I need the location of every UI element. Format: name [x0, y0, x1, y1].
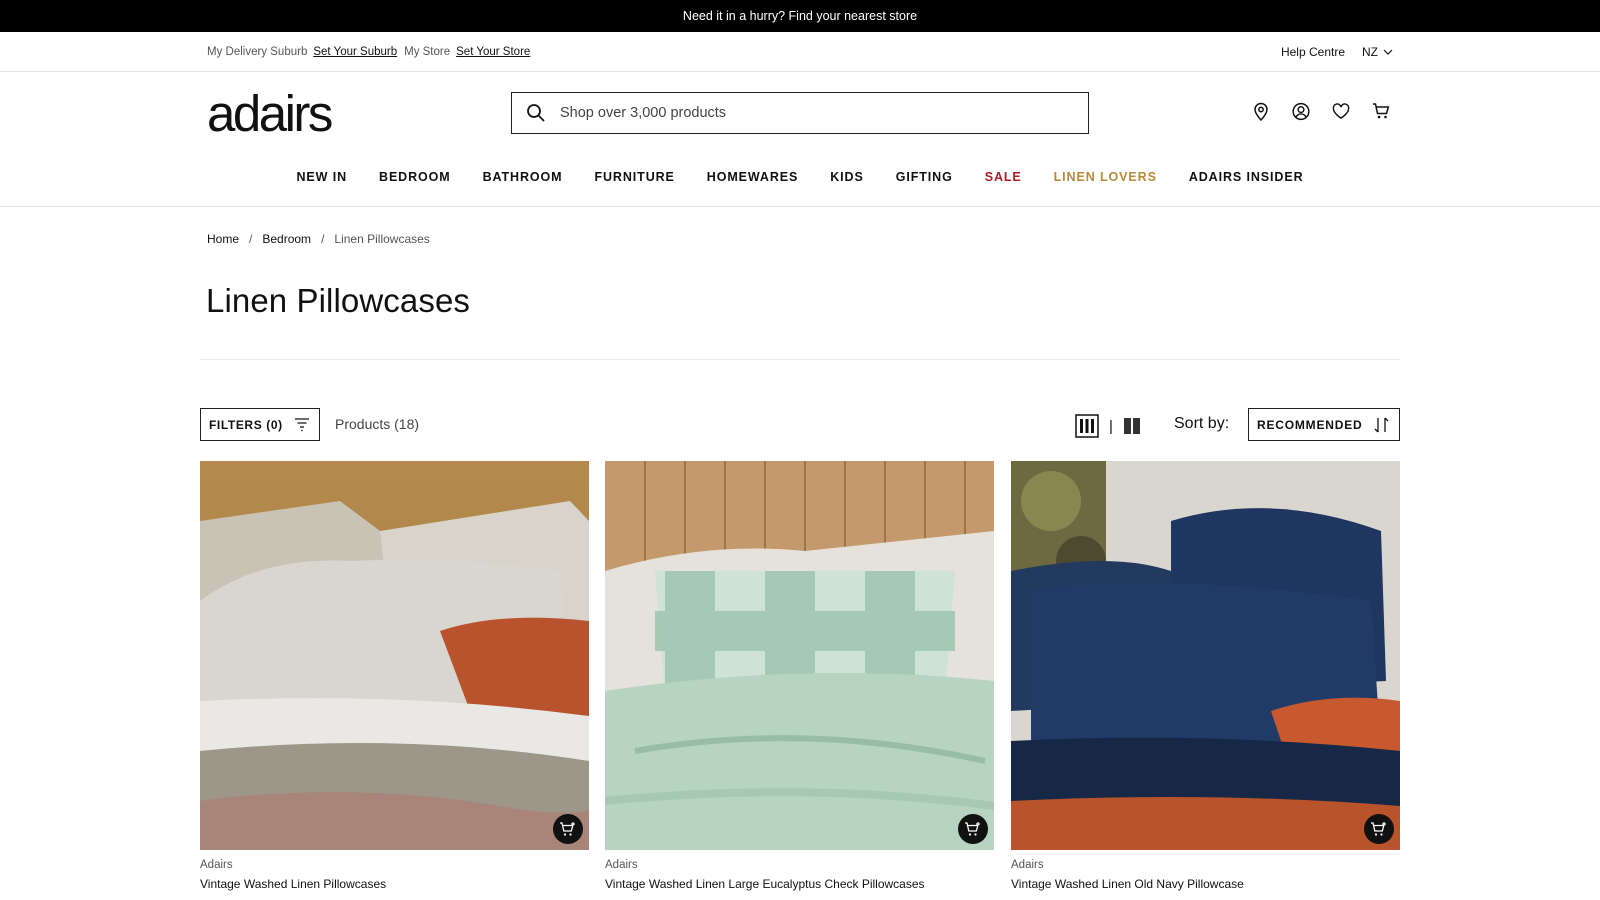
store-locator-icon[interactable] [1252, 101, 1270, 121]
country-selector[interactable]: NZ [1362, 45, 1393, 59]
nav-bathroom[interactable]: BATHROOM [467, 163, 579, 185]
product-card[interactable]: Adairs Vintage Washed Linen Pillowcases [200, 461, 589, 891]
add-to-cart-button[interactable] [553, 814, 583, 844]
adairs-logo[interactable]: adairs [207, 84, 333, 144]
set-suburb-link[interactable]: Set Your Suburb [313, 46, 397, 58]
product-brand: Adairs [605, 859, 638, 871]
nav-new-in[interactable]: NEW IN [280, 163, 363, 185]
nav-kids[interactable]: KIDS [814, 163, 879, 185]
add-to-cart-icon [1371, 822, 1386, 836]
search-icon[interactable] [526, 102, 548, 124]
utility-bar: My Delivery Suburb Set Your Suburb My St… [0, 32, 1600, 72]
nav-linen-lovers[interactable]: LINEN LOVERS [1038, 163, 1173, 185]
divider [200, 359, 1400, 360]
help-centre-link[interactable]: Help Centre [1281, 45, 1345, 59]
nav-adairs-insider[interactable]: ADAIRS INSIDER [1173, 163, 1320, 185]
breadcrumb-current: Linen Pillowcases [334, 232, 430, 246]
nav-bedroom[interactable]: BEDROOM [363, 163, 467, 185]
product-brand: Adairs [1011, 859, 1044, 871]
product-image[interactable] [200, 461, 589, 850]
store-label: My Store [404, 46, 451, 58]
add-to-cart-button[interactable] [1364, 814, 1394, 844]
account-icon[interactable] [1292, 101, 1310, 121]
nav-sale[interactable]: SALE [969, 163, 1038, 185]
product-card[interactable]: Adairs Vintage Washed Linen Old Navy Pil… [1011, 461, 1400, 891]
product-name[interactable]: Vintage Washed Linen Large Eucalyptus Ch… [605, 877, 994, 891]
announcement-bar[interactable]: Need it in a hurry? Find your nearest st… [0, 0, 1600, 32]
cart-icon[interactable] [1372, 101, 1390, 121]
filter-lines-icon [295, 418, 309, 432]
search-bar[interactable] [511, 92, 1089, 134]
view-separator: | [1109, 417, 1113, 435]
sort-arrows-icon [1374, 417, 1389, 433]
breadcrumb-separator: / [321, 232, 325, 246]
nav-homewares[interactable]: HOMEWARES [691, 163, 814, 185]
product-count: Products (18) [335, 416, 420, 432]
wishlist-heart-icon[interactable] [1332, 101, 1350, 121]
product-image[interactable] [1011, 461, 1400, 850]
product-brand: Adairs [200, 859, 233, 871]
search-input[interactable] [560, 105, 1060, 121]
breadcrumb-bedroom[interactable]: Bedroom [262, 232, 311, 246]
header-icons [1252, 101, 1390, 121]
sort-value: RECOMMENDED [1257, 417, 1363, 432]
grid-view-toggle: | [1075, 414, 1141, 438]
breadcrumb-home[interactable]: Home [207, 232, 239, 246]
add-to-cart-icon [560, 822, 575, 836]
product-image[interactable] [605, 461, 994, 850]
two-column-view-icon[interactable] [1123, 417, 1141, 435]
page-title: Linen Pillowcases [206, 282, 471, 319]
add-to-cart-icon [965, 822, 980, 836]
add-to-cart-button[interactable] [958, 814, 988, 844]
product-card[interactable]: Adairs Vintage Washed Linen Large Eucaly… [605, 461, 994, 891]
main-navigation: NEW IN BEDROOM BATHROOM FURNITURE HOMEWA… [0, 163, 1600, 207]
chevron-down-icon [1383, 49, 1393, 55]
set-store-link[interactable]: Set Your Store [456, 46, 530, 58]
nav-furniture[interactable]: FURNITURE [578, 163, 690, 185]
breadcrumb-separator: / [249, 232, 253, 246]
product-name[interactable]: Vintage Washed Linen Old Navy Pillowcase [1011, 877, 1400, 891]
three-column-view-icon[interactable] [1075, 414, 1099, 438]
filters-label: FILTERS (0) [209, 417, 283, 432]
filters-button[interactable]: FILTERS (0) [200, 408, 320, 441]
sort-dropdown[interactable]: RECOMMENDED [1248, 408, 1400, 441]
product-name[interactable]: Vintage Washed Linen Pillowcases [200, 877, 589, 891]
country-label: NZ [1362, 45, 1378, 59]
nav-gifting[interactable]: GIFTING [880, 163, 969, 185]
delivery-label: My Delivery Suburb [207, 46, 308, 58]
sort-label: Sort by: [1174, 415, 1230, 432]
announcement-text[interactable]: Need it in a hurry? Find your nearest st… [683, 9, 917, 23]
breadcrumb: Home / Bedroom / Linen Pillowcases [207, 232, 430, 246]
